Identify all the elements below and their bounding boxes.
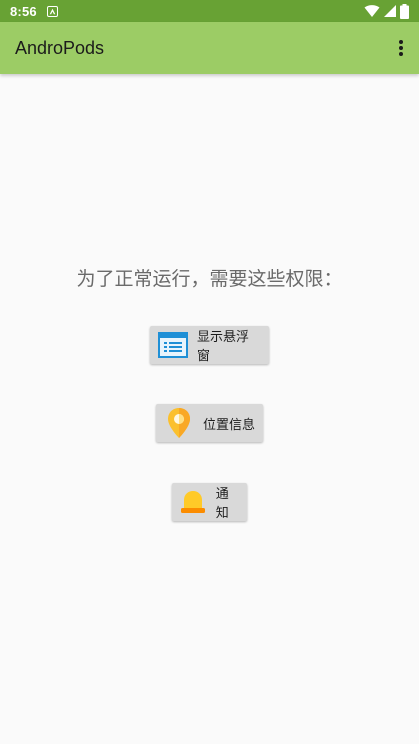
more-vert-icon	[399, 40, 403, 56]
battery-icon	[400, 3, 409, 19]
permissions-screen: 为了正常运行，需要这些权限： 显示悬浮窗 位置信息 通知	[0, 74, 419, 744]
app-bar: AndroPods	[0, 22, 419, 74]
signal-icon	[384, 5, 396, 17]
notification-permission-label: 通知	[215, 487, 229, 521]
overlay-permission-label: 显示悬浮窗	[197, 330, 250, 364]
android-a-icon	[46, 5, 58, 17]
wifi-icon	[364, 5, 380, 17]
app-title: AndroPods	[15, 37, 105, 58]
location-pin-icon	[164, 408, 194, 438]
overflow-menu-button[interactable]	[389, 28, 413, 68]
location-permission-button[interactable]: 位置信息	[156, 404, 263, 442]
status-icons	[364, 3, 409, 19]
status-bar: 8:56	[0, 0, 419, 22]
notification-permission-button[interactable]: 通知	[172, 483, 247, 521]
overlay-permission-button[interactable]: 显示悬浮窗	[150, 326, 269, 364]
window-list-icon	[158, 330, 188, 360]
permissions-prompt: 为了正常运行，需要这些权限：	[76, 268, 343, 290]
location-permission-label: 位置信息	[203, 417, 256, 433]
bell-icon	[180, 487, 207, 517]
status-time: 8:56	[10, 3, 37, 19]
